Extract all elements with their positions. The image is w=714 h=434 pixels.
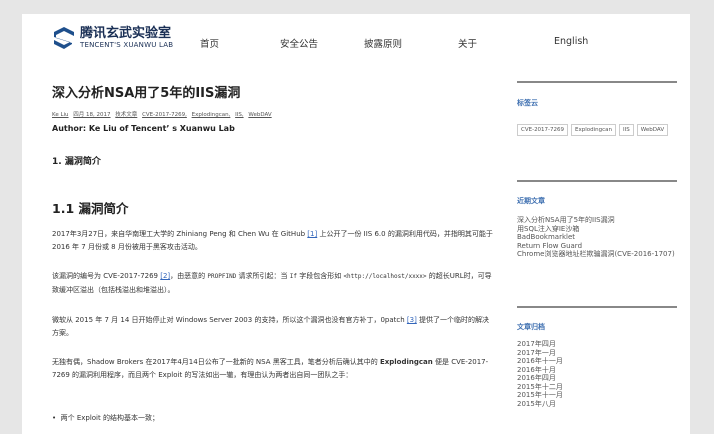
site-logo[interactable]: 腾讯玄武实验室 TENCENT'S XUANWU LAB (52, 26, 173, 50)
logo-subtitle: TENCENT'S XUANWU LAB (80, 41, 174, 49)
archive-title: 文章归档 (517, 323, 545, 331)
meta-category-link[interactable]: 技术文章 (115, 112, 137, 118)
tag-chip[interactable]: Explodingcan (571, 124, 617, 136)
archive-link[interactable]: 2016年四月 (517, 374, 677, 383)
meta-tag-link[interactable]: WebDAV (248, 112, 271, 118)
inline-code: PROPFIND (207, 273, 237, 280)
paragraph-text: 微软从 2015 年 7 月 14 日开始停止对 Windows Server … (52, 316, 407, 324)
paragraph-3: 微软从 2015 年 7 月 14 日开始停止对 Windows Server … (52, 314, 494, 339)
tag-cloud: CVE-2017-7269 Explodingcan IIS WebDAV (517, 116, 677, 140)
archive-link[interactable]: 2015年十一月 (517, 391, 677, 400)
nav-english[interactable]: English (554, 36, 588, 47)
post-meta: Ke Liu 四月 18, 2017 技术文章 CVE-2017-7269, E… (52, 110, 275, 118)
recent-post-link[interactable]: BadBookmarklet (517, 233, 677, 242)
archive-link[interactable]: 2016年十月 (517, 366, 677, 375)
paragraph-text: 无独有偶，Shadow Brokers 在2017年4月14日公布了一批新的 N… (52, 358, 380, 366)
nav-home[interactable]: 首页 (200, 36, 219, 50)
paragraph-1: 2017年3月27日，来自华南理工大学的 Zhiniang Peng 和 Che… (52, 228, 494, 253)
nav-security-advisories[interactable]: 安全公告 (280, 36, 318, 50)
paragraph-text: ，由恶意的 (170, 272, 208, 280)
bold-text: Explodingcan (379, 358, 433, 366)
tag-chip[interactable]: IIS (619, 124, 634, 136)
sidebar-divider (517, 306, 677, 308)
reference-link-2[interactable]: [2] (160, 272, 170, 280)
archive-link[interactable]: 2017年四月 (517, 340, 677, 349)
paragraph-text: 请求所引起：当 (236, 272, 290, 280)
page: 腾讯玄武实验室 TENCENT'S XUANWU LAB 首页 安全公告 披露原… (22, 14, 690, 434)
reference-link-3[interactable]: [3] (407, 316, 417, 324)
inline-code: <http://localhost/xxxx> (343, 273, 427, 280)
list-item: • 两个 Exploit 的结构基本一致； (52, 414, 159, 422)
recent-post-link[interactable]: 用SQL注入穿IE沙箱 (517, 225, 677, 234)
archive-link[interactable]: 2017年一月 (517, 349, 677, 358)
nav-disclosure-policy[interactable]: 披露原则 (364, 36, 402, 50)
section-heading-1: 1. 漏洞简介 (52, 157, 101, 167)
recent-post-link[interactable]: Chrome浏览器地址栏欺骗漏洞(CVE-2016-1707) (517, 250, 677, 259)
meta-author-link[interactable]: Ke Liu (52, 112, 69, 118)
recent-post-link[interactable]: Return Flow Guard (517, 242, 677, 251)
xuanwu-logo-icon (54, 27, 74, 49)
sidebar-divider (517, 81, 677, 83)
paragraph-text: 该漏洞的编号为 CVE-2017-7269 (52, 272, 161, 280)
meta-tag-link[interactable]: IIS, (235, 112, 243, 118)
paragraph-text: 字段包含形如 (296, 272, 344, 280)
recent-posts-title: 近期文章 (517, 197, 545, 205)
paragraph-2: 该漏洞的编号为 CVE-2017-7269 [2]，由恶意的 PROPFIND … (52, 270, 494, 296)
tag-cloud-title: 标签云 (517, 99, 538, 107)
post-title: 深入分析NSA用了5年的IIS漏洞 (52, 86, 241, 101)
tag-chip[interactable]: CVE-2017-7269 (517, 124, 569, 136)
meta-date-link[interactable]: 四月 18, 2017 (73, 112, 110, 118)
recent-post-link[interactable]: 深入分析NSA用了5年的IIS漏洞 (517, 216, 677, 225)
nav-about[interactable]: 关于 (458, 36, 477, 50)
section-heading-1-1: 1.1 漏洞简介 (52, 201, 129, 216)
archive-link[interactable]: 2016年十一月 (517, 357, 677, 366)
tag-chip[interactable]: WebDAV (636, 124, 669, 136)
site-header: 腾讯玄武实验室 TENCENT'S XUANWU LAB 首页 安全公告 披露原… (22, 14, 690, 70)
list-item-text: 两个 Exploit 的结构基本一致； (60, 414, 159, 422)
meta-tag-link[interactable]: Explodingcan, (192, 112, 231, 118)
logo-title: 腾讯玄武实验室 (80, 26, 172, 41)
post-author: Author: Ke Liu of Tencent’ s Xuanwu Lab (52, 124, 235, 133)
meta-tag-link[interactable]: CVE-2017-7269, (142, 112, 187, 118)
archive-link[interactable]: 2015年十二月 (517, 383, 677, 392)
sidebar-divider (517, 180, 677, 182)
recent-posts-list: 深入分析NSA用了5年的IIS漏洞 用SQL注入穿IE沙箱 BadBookmar… (517, 216, 677, 259)
reference-link-1[interactable]: [1] (307, 230, 317, 238)
inline-code: If (289, 273, 297, 280)
archive-list: 2017年四月 2017年一月 2016年十一月 2016年十月 2016年四月… (517, 340, 677, 408)
paragraph-4: 无独有偶，Shadow Brokers 在2017年4月14日公布了一批新的 N… (52, 356, 494, 381)
paragraph-text: 2017年3月27日，来自华南理工大学的 Zhiniang Peng 和 Che… (52, 230, 308, 238)
archive-link[interactable]: 2015年八月 (517, 400, 677, 409)
